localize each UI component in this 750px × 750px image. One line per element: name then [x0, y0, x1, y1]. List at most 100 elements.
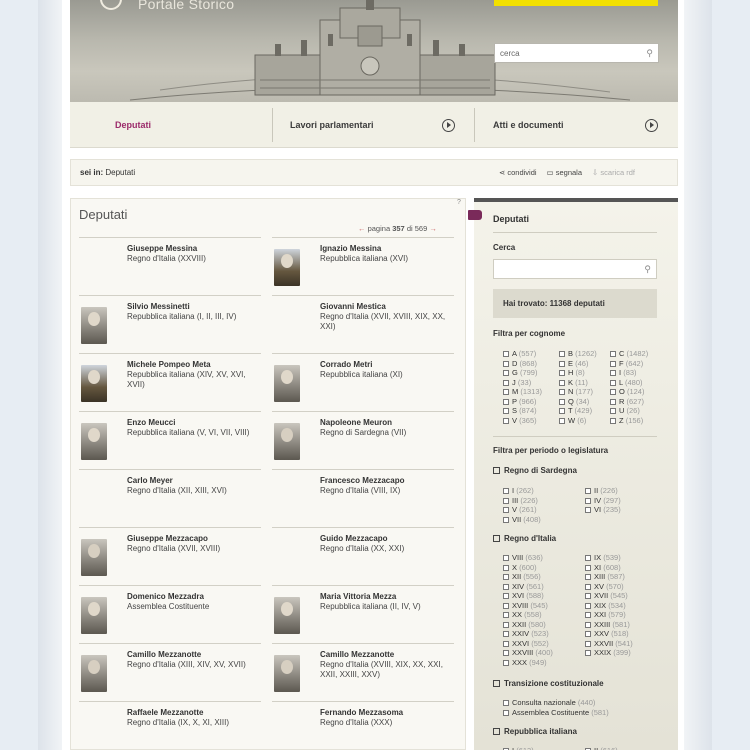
checkbox[interactable]	[559, 398, 565, 405]
filter-option[interactable]: XXVII (541)	[585, 639, 633, 648]
checkbox[interactable]	[559, 379, 565, 386]
filter-option[interactable]: F (642)	[610, 359, 643, 368]
checkbox[interactable]	[559, 408, 565, 414]
deputy-photo[interactable]	[274, 423, 300, 460]
filter-option[interactable]: VIII (636)	[503, 553, 543, 562]
checkbox[interactable]	[585, 602, 591, 609]
checkbox[interactable]	[585, 621, 591, 628]
checkbox[interactable]	[503, 555, 509, 561]
checkbox[interactable]	[585, 507, 591, 513]
deputy-name[interactable]: Giuseppe Mezzacapo	[127, 534, 208, 543]
checkbox[interactable]	[503, 408, 509, 414]
checkbox[interactable]	[503, 488, 509, 494]
checkbox[interactable]	[503, 564, 509, 571]
filter-option[interactable]: XII (556)	[503, 572, 541, 581]
checkbox[interactable]	[610, 360, 616, 367]
deputy-name[interactable]: Guido Mezzacapo	[320, 534, 388, 543]
filter-option[interactable]: XXI (579)	[585, 610, 626, 619]
checkbox[interactable]	[503, 389, 509, 395]
deputy-card[interactable]: Francesco Mezzacapo Regno d'Italia (VIII,…	[272, 469, 454, 527]
filter-option[interactable]: XXIII (581)	[585, 620, 630, 629]
sidebar-search-input[interactable]: ⚲	[493, 259, 657, 279]
checkbox[interactable]	[610, 417, 616, 424]
checkbox[interactable]	[610, 398, 616, 405]
nav-lavori[interactable]: Lavori parlamentari	[290, 102, 374, 148]
filter-option[interactable]: I (83)	[610, 368, 637, 377]
checkbox[interactable]	[610, 408, 616, 414]
deputy-photo[interactable]	[274, 655, 300, 692]
breadcrumb-current[interactable]: Deputati	[105, 168, 135, 177]
checkbox[interactable]	[585, 650, 591, 656]
filter-option[interactable]: II (616)	[585, 746, 618, 750]
deputy-photo[interactable]	[81, 597, 107, 634]
deputy-photo[interactable]	[81, 307, 107, 344]
checkbox[interactable]	[503, 507, 509, 513]
filter-option[interactable]: IX (539)	[585, 553, 621, 562]
checkbox[interactable]	[493, 728, 500, 735]
filter-option[interactable]: L (480)	[610, 378, 643, 387]
filter-option[interactable]: X (600)	[503, 563, 537, 572]
deputy-name[interactable]: Carlo Meyer	[127, 476, 173, 485]
deputy-card[interactable]: Carlo Meyer Regno d'Italia (XII, XIII, XV…	[79, 469, 261, 527]
filter-option[interactable]: XXIX (399)	[585, 648, 631, 657]
filter-option[interactable]: XV (570)	[585, 582, 624, 591]
checkbox[interactable]	[503, 351, 509, 357]
filter-option[interactable]: XXX (949)	[503, 658, 547, 667]
filter-option[interactable]: XXVIII (400)	[503, 648, 553, 657]
deputy-card[interactable]: Michele Pompeo Meta Repubblica italiana (…	[79, 353, 261, 411]
pdf-tool[interactable]: ⇩ scarica rdf	[592, 168, 635, 177]
deputy-card[interactable]: Camillo Mezzanotte Regno d'Italia (XVIII,…	[272, 643, 454, 701]
deputy-name[interactable]: Maria Vittoria Mezza	[320, 592, 396, 601]
deputy-name[interactable]: Fernando Mezzasoma	[320, 708, 403, 717]
section-italia[interactable]: Regno d'Italia	[493, 534, 556, 543]
checkbox[interactable]	[503, 360, 509, 367]
filter-option[interactable]: XX (558)	[503, 610, 542, 619]
filter-option[interactable]: V (261)	[503, 505, 537, 514]
next-page-icon[interactable]: →	[429, 224, 437, 233]
filter-option[interactable]: Assemblea Costituente (581)	[503, 708, 609, 717]
checkbox[interactable]	[559, 360, 565, 367]
deputy-card[interactable]: Giuseppe Mezzacapo Regno d'Italia (XVII, …	[79, 527, 261, 585]
checkbox[interactable]	[503, 612, 509, 618]
filter-option[interactable]: S (874)	[503, 406, 537, 415]
filter-option[interactable]: XXII (580)	[503, 620, 546, 629]
checkbox[interactable]	[585, 593, 591, 599]
checkbox[interactable]	[503, 583, 509, 590]
filter-option[interactable]: W (6)	[559, 416, 586, 425]
filter-option[interactable]: IV (297)	[585, 496, 621, 505]
checkbox[interactable]	[585, 631, 591, 637]
search-icon[interactable]: ⚲	[644, 264, 651, 275]
filter-option[interactable]: II (226)	[585, 486, 618, 495]
filter-option[interactable]: U (26)	[610, 406, 640, 415]
checkbox[interactable]	[585, 640, 591, 647]
deputy-name[interactable]: Silvio Messinetti	[127, 302, 190, 311]
checkbox[interactable]	[585, 583, 591, 590]
nav-atti[interactable]: Atti e documenti	[493, 102, 564, 148]
checkbox[interactable]	[493, 535, 500, 542]
deputy-name[interactable]: Giuseppe Messina	[127, 244, 197, 253]
filter-option[interactable]: H (8)	[559, 368, 585, 377]
nav-deputati[interactable]: Deputati	[115, 102, 151, 148]
pager-total[interactable]: 569	[415, 224, 428, 233]
filter-option[interactable]: Z (156)	[610, 416, 643, 425]
filter-option[interactable]: D (868)	[503, 359, 537, 368]
deputy-name[interactable]: Corrado Metri	[320, 360, 372, 369]
filter-option[interactable]: XVIII (545)	[503, 601, 548, 610]
deputy-card[interactable]: Ignazio Messina Repubblica italiana (XVI)	[272, 237, 454, 295]
filter-option[interactable]: I (613)	[503, 746, 534, 750]
checkbox[interactable]	[503, 621, 509, 628]
checkbox[interactable]	[585, 564, 591, 571]
filter-option[interactable]: T (429)	[559, 406, 592, 415]
filter-option[interactable]: N (177)	[559, 387, 593, 396]
deputy-photo[interactable]	[274, 365, 300, 402]
checkbox[interactable]	[503, 710, 509, 716]
checkbox[interactable]	[503, 593, 509, 599]
deputy-card[interactable]: Camillo Mezzanotte Regno d'Italia (XIII, …	[79, 643, 261, 701]
filter-option[interactable]: VII (408)	[503, 515, 541, 524]
report-tool[interactable]: ▭ segnala	[547, 168, 582, 177]
filter-option[interactable]: C (1482)	[610, 349, 648, 358]
filter-option[interactable]: VI (235)	[585, 505, 621, 514]
play-circle-icon[interactable]	[645, 119, 658, 132]
deputy-photo[interactable]	[274, 597, 300, 634]
deputy-photo[interactable]	[81, 655, 107, 692]
